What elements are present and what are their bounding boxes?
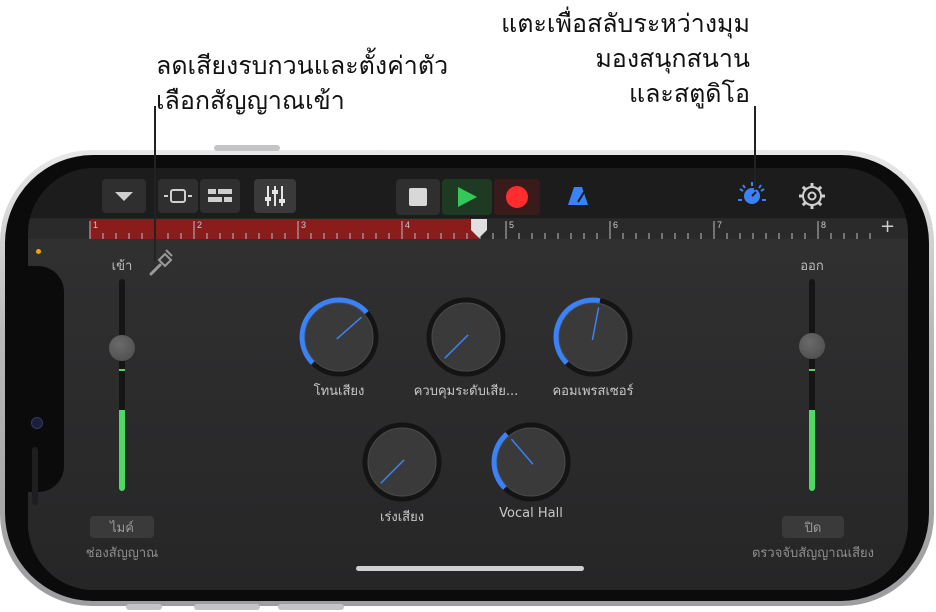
home-indicator[interactable] <box>356 566 584 571</box>
callout-line: และสตูดิโอ <box>628 79 750 108</box>
callout-view-toggle: แตะเพื่อสลับระหว่างมุม มองสนุกสนาน และสต… <box>440 6 750 111</box>
settings-gear-icon <box>799 183 825 209</box>
output-peak-mark <box>809 369 815 371</box>
smart-controls-icon <box>208 189 232 202</box>
side-button <box>126 604 162 610</box>
smart-controls-panel: เข้า ไมค์ ช่องสัญญาณ โทนเสียง ควบคุมระดั… <box>28 239 908 590</box>
callout-noise-gate: ลดเสียงรบกวนและตั้งค่าตัว เลือกสัญญาณเข้… <box>156 48 448 118</box>
ruler-bar-number: 4 <box>405 220 411 230</box>
control-knob[interactable] <box>426 297 506 377</box>
control-bar <box>28 168 908 218</box>
earpiece-speaker <box>32 447 38 505</box>
tracks-view-button[interactable] <box>158 179 198 213</box>
record-icon <box>506 186 528 208</box>
play-button[interactable] <box>442 179 492 215</box>
side-button <box>278 604 344 610</box>
callout-line: แตะเพื่อสลับระหว่างมุม <box>501 9 750 38</box>
ruler-bar-number: 3 <box>301 220 307 230</box>
view-toggle-icon <box>738 182 766 204</box>
smart-controls-button[interactable] <box>200 179 240 213</box>
control-knob[interactable] <box>491 422 571 502</box>
stop-button[interactable] <box>396 179 440 215</box>
noise-detect-caption: ตรวจจับสัญญาณเสียง <box>751 546 874 561</box>
settings-button[interactable] <box>792 179 832 213</box>
add-section-button[interactable]: + <box>880 216 895 237</box>
output-level-slider[interactable] <box>799 333 825 359</box>
output-level-fill <box>809 410 815 491</box>
sensor-housing <box>28 266 64 505</box>
side-button <box>194 604 260 610</box>
ruler-bar-number: 6 <box>613 220 619 230</box>
browser-menu-icon <box>115 192 133 201</box>
control-knob[interactable] <box>553 297 633 377</box>
ruler-bar-number: 8 <box>821 220 827 230</box>
metronome-button[interactable] <box>558 179 598 213</box>
callout-leader-right <box>754 106 756 190</box>
timeline-ruler[interactable]: 1 2 3 4 5 6 7 8 + <box>28 216 908 239</box>
ruler-bar-number: 5 <box>509 220 515 230</box>
noise-detect-button[interactable]: ปิด <box>782 516 844 538</box>
input-source-caption: ช่องสัญญาณ <box>85 546 159 561</box>
ruler-bar-number: 1 <box>93 220 99 230</box>
side-button <box>214 145 280 151</box>
record-button[interactable] <box>494 179 540 215</box>
ruler-bar-number: 7 <box>717 220 723 230</box>
playhead-icon[interactable] <box>470 219 488 239</box>
control-knob[interactable] <box>299 297 379 377</box>
ruler-bar-number: 2 <box>197 220 203 230</box>
knob-label: คอมเพรสเซอร์ <box>552 384 634 399</box>
metronome-icon <box>568 187 588 205</box>
play-icon <box>458 187 477 207</box>
tracks-view-icon <box>164 189 192 203</box>
knob-label: Vocal Hall <box>499 506 563 521</box>
stop-icon <box>409 188 427 206</box>
mixer-icon <box>265 186 285 206</box>
output-label: ออก <box>800 259 824 274</box>
callout-line: มองสนุกสนาน <box>595 44 750 73</box>
app-screen: 1 2 3 4 5 6 7 8 + เข้า ไมค์ ช่องสัญญาณ โทนเสียง… <box>28 168 908 590</box>
ruler-ticks <box>89 221 871 239</box>
callout-leader-left <box>154 106 156 261</box>
view-toggle-button[interactable] <box>732 179 772 213</box>
control-knob[interactable] <box>362 422 442 502</box>
callout-line: ลดเสียงรบกวนและตั้งค่าตัว <box>156 51 449 80</box>
browser-button[interactable] <box>102 179 146 213</box>
mixer-button[interactable] <box>254 179 296 213</box>
front-camera <box>31 417 43 429</box>
knob-label: เร่งเสียง <box>379 510 425 525</box>
callout-line: เลือกสัญญาณเข้า <box>156 86 345 115</box>
